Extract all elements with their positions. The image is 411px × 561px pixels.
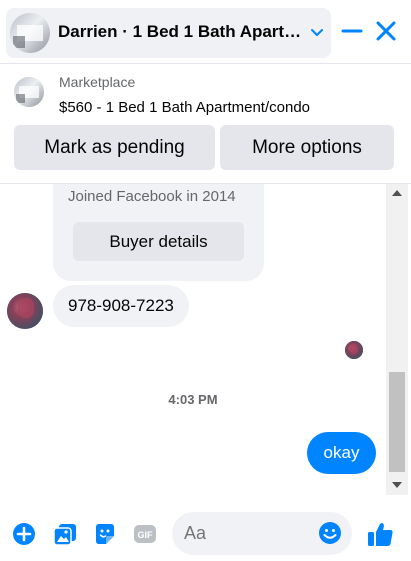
svg-text:GIF: GIF xyxy=(138,530,154,540)
message-input-container[interactable] xyxy=(172,512,352,555)
read-receipt-avatar xyxy=(345,341,363,359)
sender-avatar[interactable] xyxy=(7,293,43,329)
sticker-icon[interactable] xyxy=(93,522,117,546)
plus-icon[interactable] xyxy=(12,522,36,546)
buyer-details-button[interactable]: Buyer details xyxy=(73,222,244,261)
message-input[interactable] xyxy=(184,523,314,544)
message-thread[interactable]: Joined Facebook in 2014 Buyer details 97… xyxy=(0,184,411,504)
incoming-message[interactable]: 978-908-7223 xyxy=(53,285,189,327)
scroll-down-arrow-icon[interactable] xyxy=(392,482,402,488)
listing-thumbnail xyxy=(10,13,50,53)
scroll-up-arrow-icon[interactable] xyxy=(392,190,402,196)
message-composer: GIF xyxy=(0,504,411,561)
photo-icon[interactable] xyxy=(53,522,77,546)
conversation-title-button[interactable]: Darrien · 1 Bed 1 Bath Apartment/condo xyxy=(6,8,331,58)
like-icon[interactable] xyxy=(366,520,394,548)
mark-as-pending-button[interactable]: Mark as pending xyxy=(14,125,215,170)
minimize-icon[interactable] xyxy=(339,18,365,44)
chevron-down-icon[interactable] xyxy=(308,24,326,42)
listing-small-thumbnail xyxy=(14,77,44,107)
close-icon[interactable] xyxy=(373,18,399,44)
conversation-title: Darrien · 1 Bed 1 Bath Apartment/condo xyxy=(58,22,303,41)
marketplace-listing-card: Marketplace $560 - 1 Bed 1 Bath Apartmen… xyxy=(0,64,411,184)
emoji-icon[interactable] xyxy=(318,521,342,545)
chat-header: Darrien · 1 Bed 1 Bath Apartment/condo xyxy=(0,0,411,64)
scrollbar-thumb[interactable] xyxy=(389,372,405,472)
joined-facebook-text: Joined Facebook in 2014 xyxy=(68,188,236,205)
outgoing-message[interactable]: okay xyxy=(307,432,376,474)
buyer-info-bubble: Joined Facebook in 2014 Buyer details xyxy=(53,184,264,281)
more-options-button[interactable]: More options xyxy=(220,125,394,170)
message-timestamp: 4:03 PM xyxy=(168,392,218,407)
gif-icon[interactable]: GIF xyxy=(133,522,157,546)
listing-title[interactable]: $560 - 1 Bed 1 Bath Apartment/condo xyxy=(59,99,310,116)
marketplace-label: Marketplace xyxy=(59,74,136,90)
chat-scrollbar[interactable] xyxy=(386,184,408,495)
